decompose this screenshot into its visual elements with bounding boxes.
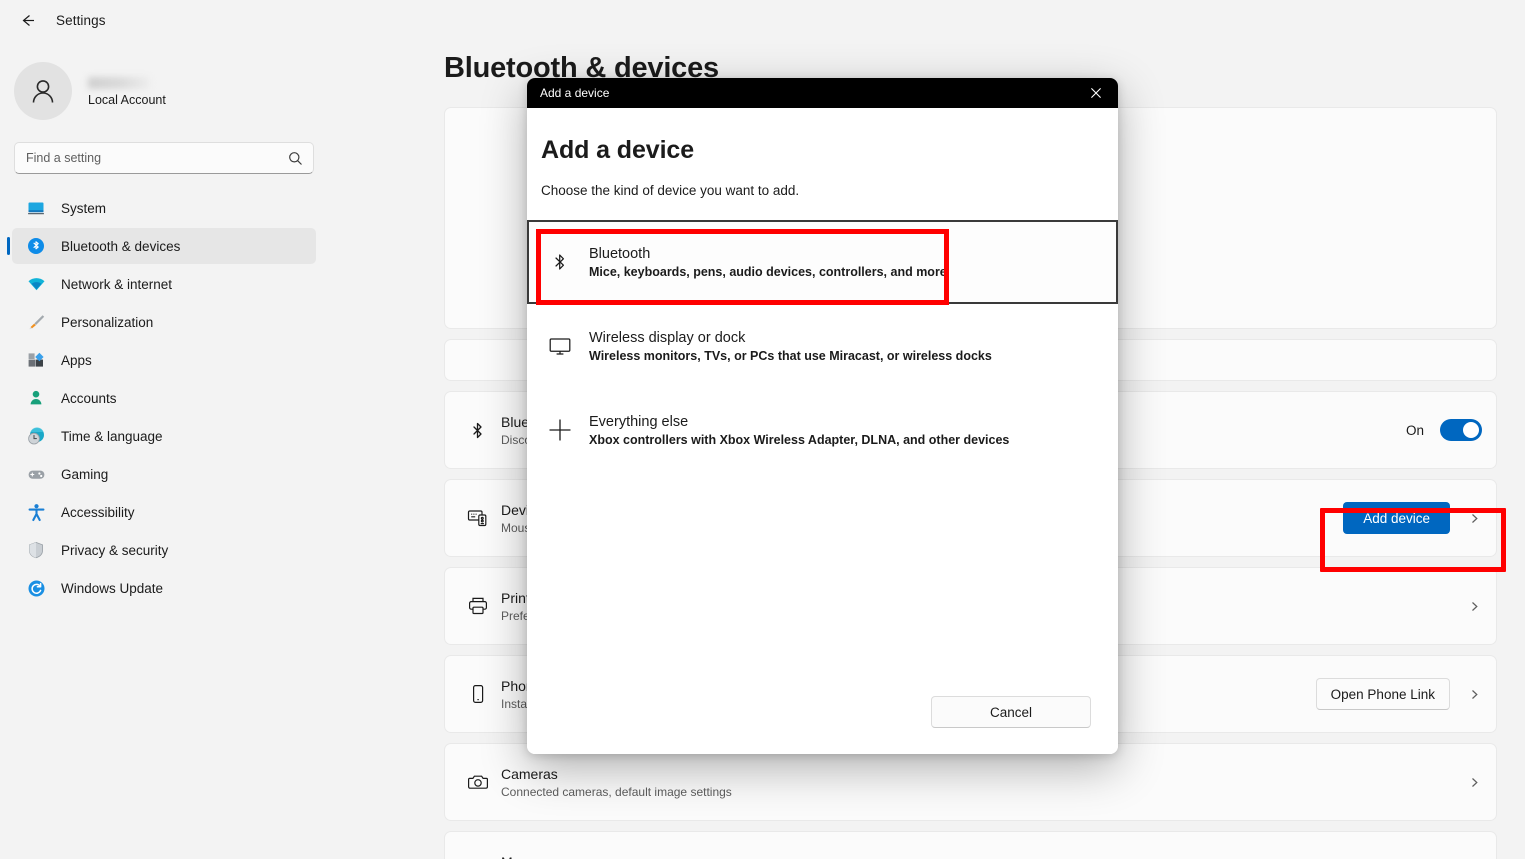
- sidebar-item-label: Bluetooth & devices: [61, 238, 181, 254]
- sidebar-item-accounts[interactable]: Accounts: [12, 380, 316, 416]
- dialog-body: Add a device Choose the kind of device y…: [527, 108, 1118, 754]
- search-icon: [288, 151, 303, 171]
- sidebar-item-label: Accounts: [61, 390, 117, 406]
- chevron-right-icon[interactable]: [1466, 777, 1482, 788]
- sidebar-item-system[interactable]: System: [12, 190, 316, 226]
- bluetooth-icon: [543, 251, 577, 273]
- dialog-option-title: Wireless display or dock: [589, 329, 746, 346]
- chevron-right-icon[interactable]: [1466, 513, 1482, 524]
- dialog-option-subtitle: Xbox controllers with Xbox Wireless Adap…: [589, 432, 1010, 447]
- close-icon[interactable]: [1074, 78, 1118, 108]
- camera-icon: [467, 771, 501, 793]
- monitor-icon: [26, 198, 46, 218]
- update-icon: [26, 578, 46, 598]
- dialog-option-wireless-display-or-dock[interactable]: Wireless display or dock Wireless monito…: [527, 304, 1118, 388]
- account-type-label: Local Account: [88, 93, 166, 107]
- sidebar-nav: System Bluetooth & devices Network & int…: [0, 174, 328, 606]
- dialog-titlebar: Add a device: [527, 78, 1118, 108]
- row-subtitle: Connected cameras, default image setting…: [501, 784, 732, 799]
- sidebar-item-windows-update[interactable]: Windows Update: [12, 570, 316, 606]
- dialog-option-bluetooth[interactable]: Bluetooth Mice, keyboards, pens, audio d…: [527, 220, 1118, 305]
- back-arrow-icon[interactable]: [12, 5, 42, 35]
- sidebar-item-label: Network & internet: [61, 276, 173, 292]
- wifi-icon: [26, 274, 46, 294]
- dialog-option-subtitle: Wireless monitors, TVs, or PCs that use …: [589, 348, 992, 363]
- sidebar-item-privacy-security[interactable]: Privacy & security: [12, 532, 316, 568]
- sidebar-item-network-internet[interactable]: Network & internet: [12, 266, 316, 302]
- dialog-option-title: Bluetooth: [589, 245, 651, 262]
- bluetooth-icon: [26, 236, 46, 256]
- sidebar-item-personalization[interactable]: Personalization: [12, 304, 316, 340]
- dialog-option-subtitle: Mice, keyboards, pens, audio devices, co…: [589, 264, 947, 279]
- sidebar-item-label: Apps: [61, 352, 92, 368]
- account-section[interactable]: Local Account: [0, 40, 328, 126]
- window-titlebar: Settings: [0, 0, 1525, 40]
- sidebar-item-label: Gaming: [61, 466, 109, 482]
- dialog-option-title: Everything else: [589, 413, 689, 430]
- search-box[interactable]: [14, 142, 314, 174]
- dialog-options-list: Bluetooth Mice, keyboards, pens, audio d…: [527, 220, 1118, 472]
- dialog-footer: Cancel: [527, 670, 1118, 754]
- sidebar-item-label: Time & language: [61, 428, 163, 444]
- accessibility-icon: [26, 502, 46, 522]
- add-device-dialog: Add a device Add a device Choose the kin…: [527, 78, 1118, 754]
- sidebar-item-label: Windows Update: [61, 580, 164, 596]
- plus-icon: [543, 417, 577, 443]
- chevron-right-icon[interactable]: [1466, 689, 1482, 700]
- dialog-heading: Add a device: [541, 136, 695, 164]
- display-icon: [543, 335, 577, 357]
- devices-icon: [467, 507, 501, 529]
- sidebar-item-accessibility[interactable]: Accessibility: [12, 494, 316, 530]
- dialog-subtitle: Choose the kind of device you want to ad…: [541, 183, 800, 198]
- phone-icon: [467, 683, 501, 705]
- sidebar-item-bluetooth-devices[interactable]: Bluetooth & devices: [7, 228, 316, 264]
- account-text: Local Account: [88, 75, 166, 107]
- settings-row-mouse[interactable]: Mouse Buttons, mouse pointer speed, scro…: [444, 831, 1497, 859]
- bluetooth-toggle[interactable]: [1440, 419, 1482, 441]
- person-icon: [26, 388, 46, 408]
- sidebar-item-label: Accessibility: [61, 504, 135, 520]
- sidebar-item-gaming[interactable]: Gaming: [12, 456, 316, 492]
- settings-window: Settings Local Account Find a setting Sy…: [0, 0, 1525, 859]
- account-name-redacted: [88, 77, 150, 89]
- search-input[interactable]: [15, 143, 313, 173]
- clock-globe-icon: [26, 426, 46, 446]
- open-phone-link-button[interactable]: Open Phone Link: [1315, 678, 1450, 710]
- sidebar-item-label: Privacy & security: [61, 542, 169, 558]
- shield-icon: [26, 540, 46, 560]
- cancel-button[interactable]: Cancel: [931, 696, 1091, 728]
- paintbrush-icon: [26, 312, 46, 332]
- row-title: Cameras: [501, 765, 558, 782]
- sidebar: Local Account Find a setting System Blue…: [0, 40, 328, 859]
- gamepad-icon: [26, 464, 46, 484]
- add-device-button[interactable]: Add device: [1343, 502, 1450, 534]
- settings-row-cameras[interactable]: Cameras Connected cameras, default image…: [444, 743, 1497, 821]
- dialog-option-everything-else[interactable]: Everything else Xbox controllers with Xb…: [527, 388, 1118, 472]
- app-title: Settings: [56, 12, 106, 28]
- search-wrapper: [0, 126, 328, 174]
- sidebar-item-label: Personalization: [61, 314, 154, 330]
- apps-icon: [26, 350, 46, 370]
- sidebar-item-label: System: [61, 200, 107, 216]
- printer-icon: [467, 595, 501, 617]
- bluetooth-icon: [467, 420, 501, 441]
- sidebar-item-time-language[interactable]: Time & language: [12, 418, 316, 454]
- chevron-right-icon[interactable]: [1466, 601, 1482, 612]
- sidebar-item-apps[interactable]: Apps: [12, 342, 316, 378]
- person-avatar-icon: [14, 62, 72, 120]
- bluetooth-toggle-label: On: [1405, 422, 1424, 438]
- row-title: Mouse: [501, 854, 1466, 859]
- dialog-titlebar-title: Add a device: [540, 86, 610, 100]
